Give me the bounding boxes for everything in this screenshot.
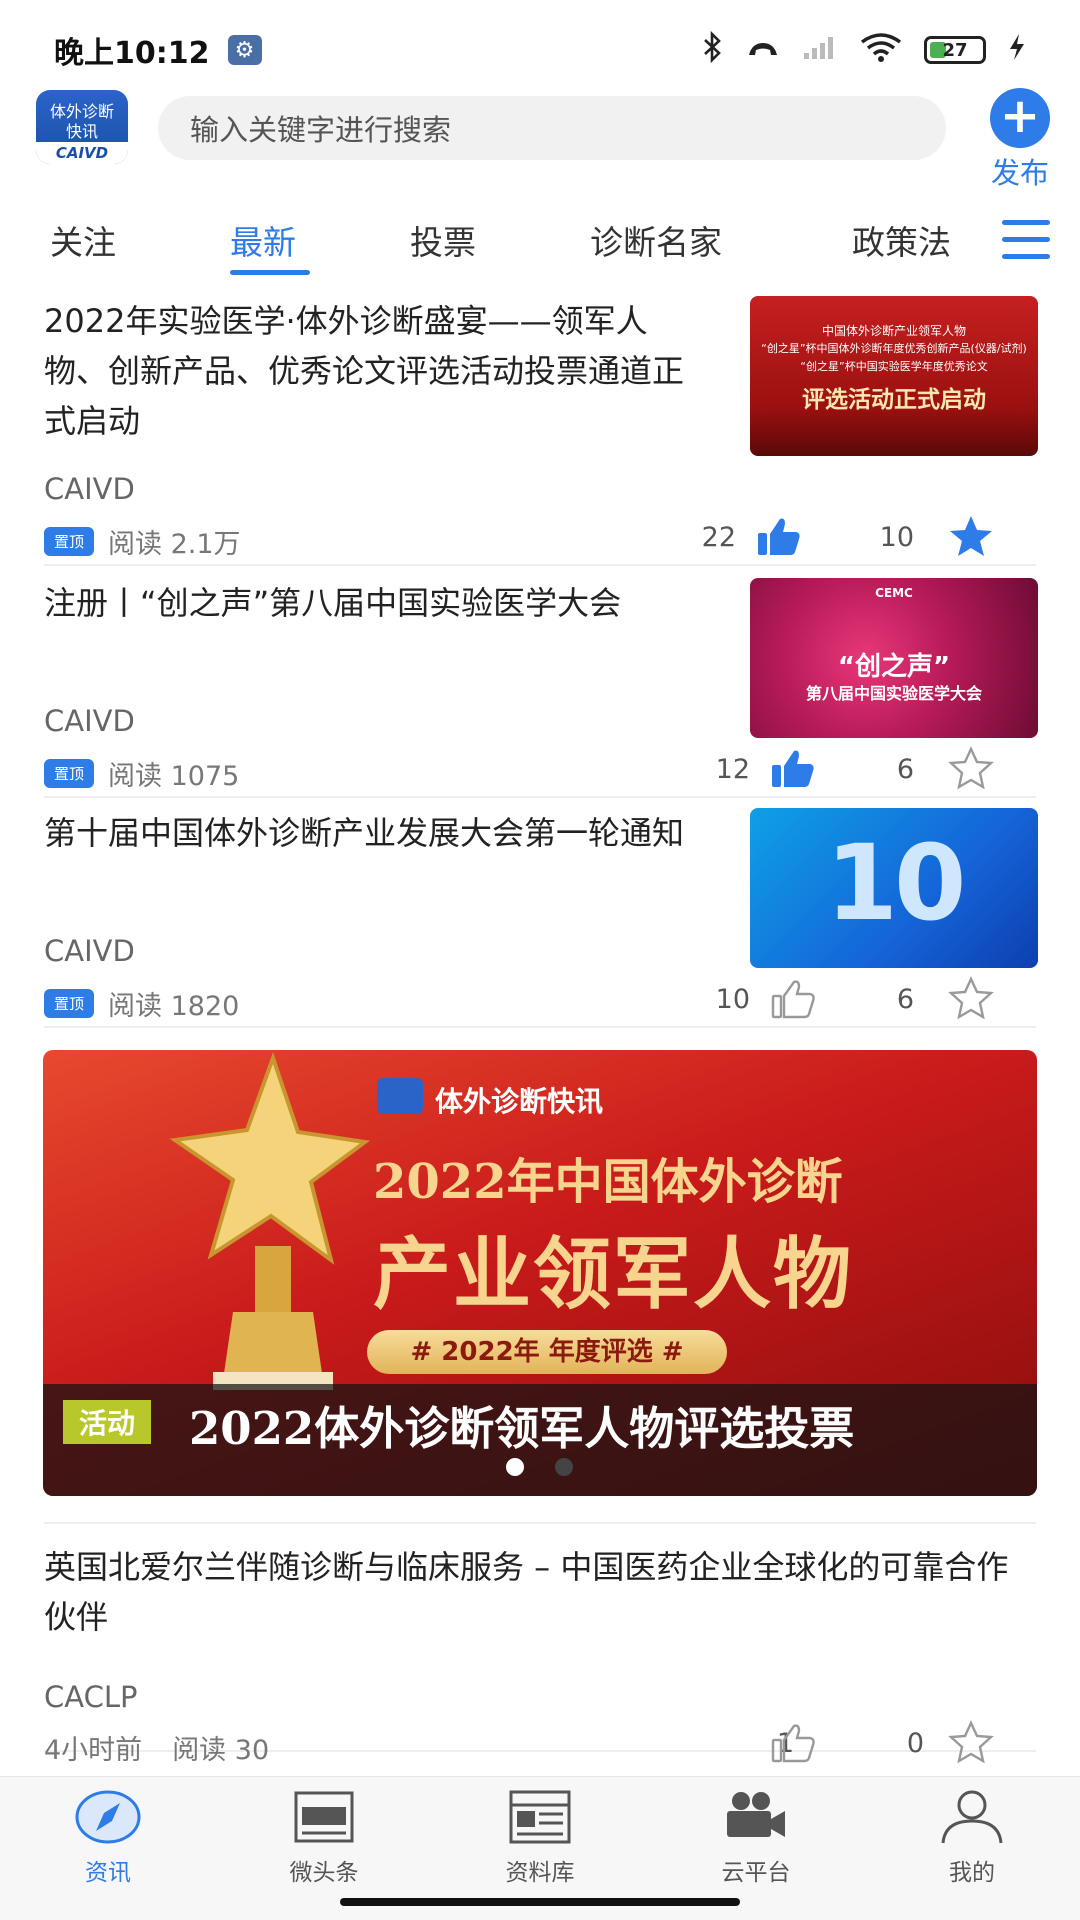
article-meta: 置顶 阅读 2.1万 [44,522,241,561]
thumbs-up-outline-icon[interactable] [770,1722,816,1764]
article-meta: 4小时前 阅读 30 [44,1728,269,1767]
banner-headline-large: 产业领军人物 [373,1229,854,1320]
tab-policy[interactable]: 政策法 [852,216,951,264]
bluetooth-icon [702,30,724,70]
tab-experts[interactable]: 诊断名家 [590,216,722,264]
brand-logo [377,1078,423,1114]
star-outline-icon[interactable] [948,1720,994,1764]
banner-pill: # 2022年 年度评选 # [367,1330,727,1374]
pinned-badge: 置顶 [44,759,95,788]
nav-label: 微头条 [289,1860,359,1886]
menu-icon[interactable] [1002,220,1050,260]
star-outline-icon[interactable] [948,976,994,1020]
read-count: 阅读 30 [172,1735,270,1766]
article-title[interactable]: 2022年实验医学·体外诊断盛宴——领军人物、创新产品、优秀论文评选活动投票通道… [44,296,704,446]
pinned-badge: 置顶 [44,527,95,556]
like-count: 12 [715,754,750,785]
article-item[interactable]: 注册丨“创之声”第八届中国实验医学大会 CAIVD 置顶 阅读 1075 12 … [44,578,1038,798]
fav-count: 6 [896,984,914,1015]
thumbs-up-outline-icon[interactable] [770,978,816,1020]
settings-notification-icon: ⚙ [227,35,262,65]
article-item[interactable]: 第十届中国体外诊断产业发展大会第一轮通知 CAIVD 置顶 阅读 1820 10… [44,808,1038,1028]
headline-icon [291,1789,357,1845]
article-title[interactable]: 第十届中国体外诊断产业发展大会第一轮通知 [44,808,704,858]
article-title[interactable]: 英国北爱尔兰伴随诊断与临床服务 – 中国医药企业全球化的可靠合作伙伴 [44,1542,1024,1642]
star-outline-icon[interactable] [948,746,994,790]
status-time: 晚上10:12 [54,36,210,71]
banner-caption[interactable]: 2022体外诊断领军人物评选投票 [189,1392,854,1457]
nav-label: 资讯 [85,1860,131,1886]
banner-brand: 体外诊断快讯 [435,1085,604,1118]
publish-time: 4小时前 [44,1735,143,1766]
article-thumbnail[interactable]: 10 [750,808,1038,968]
article-thumbnail[interactable]: 中国体外诊断产业领军人物 “创之星”杯中国体外诊断年度优秀创新产品(仪器/试剂)… [750,296,1038,456]
video-camera-icon [723,1789,789,1845]
banner-headline: 2022年中国体外诊断 [373,1154,843,1210]
article-meta: 置顶 阅读 1075 [44,754,239,793]
article-meta: 置顶 阅读 1820 [44,984,239,1023]
article-title[interactable]: 注册丨“创之声”第八届中国实验医学大会 [44,578,704,628]
activity-tag: 活动 [63,1400,152,1444]
nav-label: 资料库 [505,1860,575,1886]
newspaper-icon [507,1789,573,1845]
article-source: CAIVD [44,704,135,738]
battery-icon: 27 [924,36,986,64]
like-count: 22 [701,522,736,553]
tab-follow[interactable]: 关注 [50,216,116,264]
plus-icon: + [990,88,1050,148]
nav-cloud-platform[interactable]: 云平台 [676,1789,836,1887]
star-filled-icon[interactable] [948,514,994,556]
status-bar: 晚上10:12 ⚙ 27 [0,0,1080,100]
carousel-dot-active[interactable] [506,1458,524,1476]
nav-profile[interactable]: 我的 [892,1789,1052,1887]
article-item[interactable]: 2022年实验医学·体外诊断盛宴——领军人物、创新产品、优秀论文评选活动投票通道… [44,296,1038,566]
carousel-dot[interactable] [555,1458,573,1476]
pinned-badge: 置顶 [44,989,95,1018]
like-count: 10 [715,984,750,1015]
fav-count: 10 [879,522,914,553]
publish-label: 发布 [990,156,1049,190]
signal-icon [802,33,838,68]
article-item[interactable]: 英国北爱尔兰伴随诊断与临床服务 – 中国医药企业全球化的可靠合作伙伴 CACLP… [44,1522,1036,1766]
publish-button[interactable]: + 发布 [980,88,1060,192]
article-source: CAIVD [44,472,135,506]
phone-missed-icon [746,33,780,68]
read-count: 阅读 2.1万 [108,529,241,560]
search-input[interactable]: 输入关键字进行搜索 [158,96,946,160]
trophy-star-illustration [169,1051,371,1390]
read-count: 阅读 1820 [108,991,240,1022]
app-logo: 体外诊断 快讯 CAIVD [36,90,128,164]
banner-caption-bar: 活动 2022体外诊断领军人物评选投票 [43,1384,1037,1496]
read-count: 阅读 1075 [108,761,240,792]
active-tab-indicator [230,270,310,275]
nav-micro-headlines[interactable]: 微头条 [244,1789,404,1887]
article-source: CACLP [44,1680,138,1714]
tab-latest[interactable]: 最新 [230,216,296,264]
category-tabs: 关注 最新 投票 诊断名家 政策法 [0,200,1080,280]
fav-count: 0 [906,1728,924,1759]
app-header: 体外诊断 快讯 CAIVD 输入关键字进行搜索 + 发布 [0,88,1080,190]
status-icons: 27 [702,30,1026,70]
thumbs-up-filled-icon[interactable] [770,748,816,790]
wifi-icon [860,32,902,69]
nav-label: 我的 [949,1860,995,1886]
charging-icon [1008,33,1026,68]
article-thumbnail[interactable]: CEMC “创之声” 第八届中国实验医学大会 [750,578,1038,738]
article-source: CAIVD [44,934,135,968]
search-placeholder: 输入关键字进行搜索 [190,113,452,147]
nav-news[interactable]: 资讯 [28,1789,188,1887]
tab-vote[interactable]: 投票 [410,216,476,264]
user-icon [939,1789,1005,1845]
banner-carousel[interactable]: 体外诊断快讯 2022年中国体外诊断 产业领军人物 # 2022年 年度评选 #… [43,1050,1037,1496]
nav-label: 云平台 [721,1860,791,1886]
fav-count: 6 [896,754,914,785]
home-indicator[interactable] [340,1898,740,1906]
compass-icon [75,1789,141,1845]
thumbs-up-filled-icon[interactable] [756,516,802,558]
nav-library[interactable]: 资料库 [460,1789,620,1887]
